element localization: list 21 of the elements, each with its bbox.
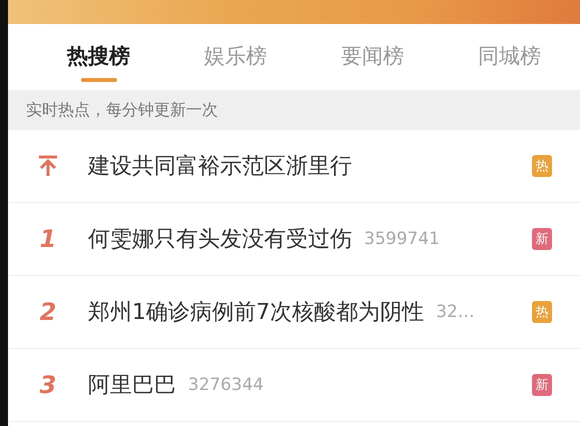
item-title: 建设共同富裕示范区浙里行 bbox=[88, 153, 352, 181]
trending-item[interactable]: 2 郑州1确诊病例前7次核酸都为阴性 32… 热 bbox=[8, 276, 580, 349]
tag-badge: 新 bbox=[532, 228, 552, 250]
rank-number: 1 bbox=[40, 225, 56, 253]
rank-number: 3 bbox=[40, 371, 56, 399]
tag-badge: 热 bbox=[532, 301, 552, 323]
tab[interactable]: 热搜榜 bbox=[30, 24, 167, 90]
trending-item[interactable]: 3 阿里巴巴 3276344 新 bbox=[8, 349, 580, 422]
item-title: 郑州1确诊病例前7次核酸都为阴性 bbox=[88, 299, 424, 327]
item-title: 阿里巴巴 bbox=[88, 372, 176, 400]
tag-badge: 热 bbox=[532, 155, 552, 177]
heat-count: 3599741 bbox=[364, 229, 440, 249]
item-title: 何雯娜只有头发没有受过伤 bbox=[88, 226, 352, 254]
trending-item[interactable]: 建设共同富裕示范区浙里行 热 bbox=[8, 130, 580, 203]
trending-item[interactable]: 1 何雯娜只有头发没有受过伤 3599741 新 bbox=[8, 203, 580, 276]
heat-count: 32… bbox=[436, 302, 475, 322]
rank-number: 2 bbox=[40, 298, 56, 326]
pin-top-icon bbox=[38, 155, 58, 177]
notice-bar: 实时热点，每分钟更新一次 bbox=[8, 90, 580, 130]
tag-badge: 新 bbox=[532, 374, 552, 396]
heat-count: 3276344 bbox=[188, 375, 264, 395]
